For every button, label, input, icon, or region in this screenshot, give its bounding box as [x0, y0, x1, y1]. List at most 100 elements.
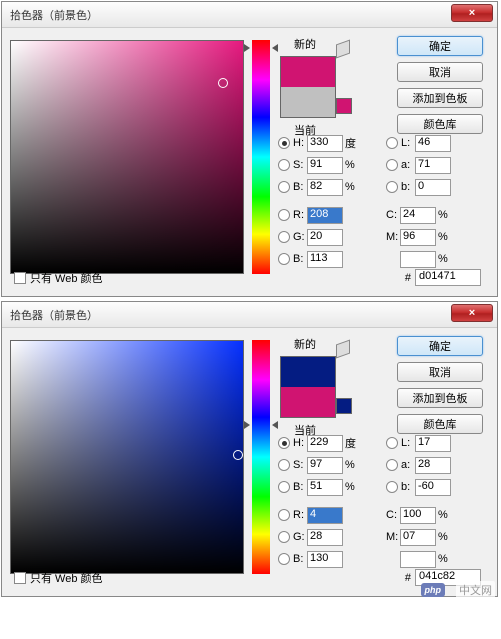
c-input[interactable]: 100 [400, 507, 436, 524]
rgb-b-input[interactable]: 113 [307, 251, 343, 268]
a-radio[interactable] [386, 459, 398, 471]
sv-picker-circle[interactable] [233, 450, 243, 460]
php-badge: php [421, 583, 446, 597]
y-input[interactable] [400, 551, 436, 568]
close-button[interactable]: × [451, 4, 493, 22]
m-input[interactable]: 07 [400, 529, 436, 546]
g-radio[interactable] [278, 231, 290, 243]
dialog-body: 新的 当前 确定 取消 添加到色板 [2, 328, 497, 596]
color-preview [280, 356, 336, 418]
b-radio[interactable] [278, 481, 290, 493]
cube-icon[interactable] [336, 342, 352, 358]
c-input[interactable]: 24 [400, 207, 436, 224]
saturation-value-area[interactable] [10, 340, 244, 574]
r-radio[interactable] [278, 209, 290, 221]
r-radio[interactable] [278, 509, 290, 521]
y-input[interactable] [400, 251, 436, 268]
m-input[interactable]: 96 [400, 229, 436, 246]
cancel-button[interactable]: 取消 [397, 362, 483, 382]
g-label: G: [293, 231, 307, 243]
b-input[interactable]: 82 [307, 179, 343, 196]
small-swatch[interactable] [336, 98, 352, 114]
color-library-button[interactable]: 颜色库 [397, 114, 483, 134]
hue-slider[interactable] [252, 40, 270, 274]
ok-button[interactable]: 确定 [397, 336, 483, 356]
r-label: R: [293, 209, 307, 221]
ok-button[interactable]: 确定 [397, 36, 483, 56]
c-unit: % [438, 509, 454, 521]
b-unit: % [345, 181, 361, 193]
g-input[interactable]: 28 [307, 529, 343, 546]
m-label: M: [386, 231, 400, 243]
small-swatch[interactable] [336, 398, 352, 414]
s-input[interactable]: 91 [307, 157, 343, 174]
s-radio[interactable] [278, 159, 290, 171]
l-input[interactable]: 17 [415, 435, 451, 452]
hex-input[interactable]: d01471 [415, 269, 481, 286]
add-swatch-button[interactable]: 添加到色板 [397, 388, 483, 408]
bottom-row: 只有 Web 颜色 # 041c82 [2, 569, 489, 592]
h-input[interactable]: 330 [307, 135, 343, 152]
titlebar[interactable]: 拾色器（前景色） × [2, 302, 497, 328]
h-unit: 度 [345, 135, 361, 151]
s-unit: % [345, 159, 361, 171]
l-input[interactable]: 46 [415, 135, 451, 152]
m-unit: % [438, 231, 454, 243]
a-input[interactable]: 71 [415, 157, 451, 174]
web-only-label: 只有 Web 颜色 [30, 270, 103, 286]
b-unit: % [345, 481, 361, 493]
l-radio[interactable] [386, 437, 398, 449]
c-label: C: [386, 209, 400, 221]
b-label: B: [293, 481, 307, 493]
web-only-checkbox[interactable] [14, 272, 26, 284]
h-radio[interactable] [278, 137, 290, 149]
right-panel: 新的 当前 确定 取消 添加到色板 [274, 36, 489, 288]
close-icon: × [469, 307, 475, 319]
lab-b-input[interactable]: -60 [415, 479, 451, 496]
h-input[interactable]: 229 [307, 435, 343, 452]
hue-slider[interactable] [252, 340, 270, 574]
g-input[interactable]: 20 [307, 229, 343, 246]
s-input[interactable]: 97 [307, 457, 343, 474]
titlebar[interactable]: 拾色器（前景色） × [2, 2, 497, 28]
new-color-swatch[interactable] [281, 357, 335, 387]
cube-icon[interactable] [336, 42, 352, 58]
lab-b-label: b: [401, 181, 415, 193]
button-column: 确定 取消 添加到色板 颜色库 [397, 36, 487, 140]
new-color-swatch[interactable] [281, 57, 335, 87]
saturation-value-area[interactable] [10, 40, 244, 274]
color-library-button[interactable]: 颜色库 [397, 414, 483, 434]
h-radio[interactable] [278, 437, 290, 449]
cancel-button[interactable]: 取消 [397, 62, 483, 82]
s-label: S: [293, 459, 307, 471]
h-label: H: [293, 437, 307, 449]
close-button[interactable]: × [451, 304, 493, 322]
r-input[interactable]: 208 [307, 207, 343, 224]
g-radio[interactable] [278, 531, 290, 543]
sv-picker-circle[interactable] [218, 78, 228, 88]
hex-hash: # [405, 272, 411, 284]
rgb-b-input[interactable]: 130 [307, 551, 343, 568]
r-input[interactable]: 4 [307, 507, 343, 524]
lab-b-radio[interactable] [386, 181, 398, 193]
c-label: C: [386, 509, 400, 521]
dialog-title: 拾色器（前景色） [10, 307, 98, 323]
b-input[interactable]: 51 [307, 479, 343, 496]
right-panel: 新的 当前 确定 取消 添加到色板 [274, 336, 489, 588]
m-label: M: [386, 531, 400, 543]
lab-b-radio[interactable] [386, 481, 398, 493]
h-unit: 度 [345, 435, 361, 451]
web-only-checkbox[interactable] [14, 572, 26, 584]
a-radio[interactable] [386, 159, 398, 171]
rgb-b-radio[interactable] [278, 553, 290, 565]
current-color-swatch[interactable] [281, 387, 335, 417]
rgb-b-radio[interactable] [278, 253, 290, 265]
lab-b-label: b: [401, 481, 415, 493]
a-input[interactable]: 28 [415, 457, 451, 474]
lab-b-input[interactable]: 0 [415, 179, 451, 196]
add-swatch-button[interactable]: 添加到色板 [397, 88, 483, 108]
l-radio[interactable] [386, 137, 398, 149]
b-radio[interactable] [278, 181, 290, 193]
current-color-swatch[interactable] [281, 87, 335, 117]
s-radio[interactable] [278, 459, 290, 471]
